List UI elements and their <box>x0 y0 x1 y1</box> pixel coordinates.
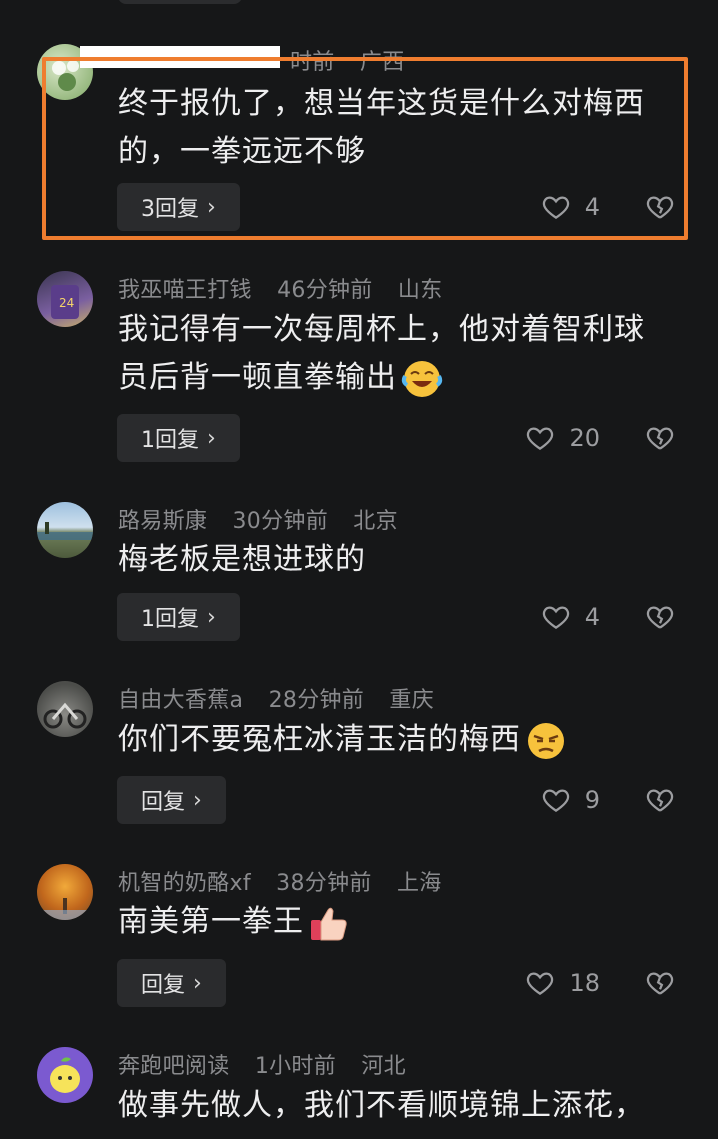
comment-meta: 路易斯康 30分钟前 北京 <box>118 503 416 535</box>
reply-count-label: 1回复 <box>141 607 199 632</box>
comment-text: 梅老板是想进球的 <box>118 542 366 577</box>
like-count: 9 <box>584 786 600 814</box>
motorcycle-avatar-icon <box>43 702 87 729</box>
avatar[interactable] <box>37 864 93 920</box>
comment-meta: 我巫喵王打钱 46分钟前 山东 <box>118 272 461 304</box>
view-replies-button[interactable]: 1回复 › <box>117 414 240 462</box>
like-count: 18 <box>569 969 600 997</box>
heart-icon <box>542 606 569 629</box>
comment-text-content: 南美第一拳王 <box>118 904 304 939</box>
comment-author[interactable]: 奔跑吧阅读 <box>118 1054 230 1079</box>
reply-label: 回复 <box>141 790 186 815</box>
like-button[interactable]: 18 <box>525 968 600 998</box>
comment-text: 我记得有一次每周杯上，他对着智利球员后背一顿直拳输出 <box>118 306 668 402</box>
like-count: 20 <box>569 424 600 452</box>
heart-icon <box>527 972 554 995</box>
like-count: 4 <box>584 603 600 631</box>
comment-location: 重庆 <box>389 688 434 713</box>
jersey-avatar-icon: 24 <box>51 285 79 319</box>
reply-button[interactable]: 回复 › <box>117 959 226 1007</box>
heart-icon <box>527 427 554 450</box>
comment-time: 1小时前 <box>254 1054 337 1079</box>
avatar[interactable]: 24 <box>37 271 93 327</box>
comment-author[interactable]: 自由大香蕉a <box>118 688 243 713</box>
comment-author[interactable]: 我巫喵王打钱 <box>118 278 252 303</box>
comment-text-content: 你们不要冤枉冰清玉洁的梅西 <box>118 722 521 757</box>
comment-time: 30分钟前 <box>232 509 328 534</box>
chevron-right-icon: › <box>207 604 216 630</box>
chevron-right-icon: › <box>193 787 202 813</box>
comment-text: 你们不要冤枉冰清玉洁的梅西 <box>118 716 678 764</box>
svg-text:24: 24 <box>59 296 74 310</box>
heart-icon <box>542 789 569 812</box>
reply-button[interactable]: 回复 › <box>117 776 226 824</box>
laughing-crying-emoji <box>401 360 443 397</box>
broken-heart-icon[interactable] <box>645 785 675 815</box>
chevron-right-icon: › <box>207 425 216 451</box>
avatar[interactable] <box>37 502 93 558</box>
comment-author[interactable]: 机智的奶酪xf <box>118 871 251 896</box>
reply-label: 回复 <box>141 973 186 998</box>
broken-heart-icon[interactable] <box>645 423 675 453</box>
broken-heart-icon[interactable] <box>645 602 675 632</box>
comment-location: 山东 <box>397 278 443 303</box>
chevron-right-icon: › <box>193 970 202 996</box>
comment-author[interactable]: 路易斯康 <box>118 509 207 534</box>
avatar[interactable] <box>37 1047 93 1103</box>
landscape-avatar-icon <box>37 522 93 540</box>
comment-time: 46分钟前 <box>277 278 373 303</box>
annoyed-face-emoji <box>528 722 564 759</box>
comment-text-content: 我记得有一次每周杯上，他对着智利球员后背一顿直拳输出 <box>118 312 645 395</box>
comment-location: 河北 <box>361 1054 406 1079</box>
view-replies-button[interactable]: 1回复 › <box>117 593 240 641</box>
previous-reply-button-stub[interactable] <box>118 0 242 4</box>
comment-text: 做事先做人，我们不看顺境锦上添花， <box>118 1088 645 1123</box>
comment-location: 上海 <box>396 871 442 896</box>
broken-heart-icon[interactable] <box>645 968 675 998</box>
comment-meta: 奔跑吧阅读 1小时前 河北 <box>118 1048 424 1080</box>
like-button[interactable]: 4 <box>541 602 600 632</box>
reply-count-label: 1回复 <box>141 428 199 453</box>
like-button[interactable]: 20 <box>525 423 600 453</box>
comment-meta: 自由大香蕉a 28分钟前 重庆 <box>118 682 452 714</box>
lemon-cartoon-avatar-icon <box>50 1057 80 1093</box>
highlight-box <box>42 57 688 240</box>
thumbs-up-emoji <box>311 907 347 940</box>
like-button[interactable]: 9 <box>541 785 600 815</box>
comment-location: 北京 <box>353 509 398 534</box>
avatar[interactable] <box>37 681 93 737</box>
comment-time: 38分钟前 <box>276 871 372 896</box>
comment-text: 南美第一拳王 <box>118 898 678 946</box>
comment-time: 28分钟前 <box>268 688 365 713</box>
autumn-tree-avatar-icon <box>37 898 93 920</box>
comment-meta: 机智的奶酪xf 38分钟前 上海 <box>118 865 460 897</box>
